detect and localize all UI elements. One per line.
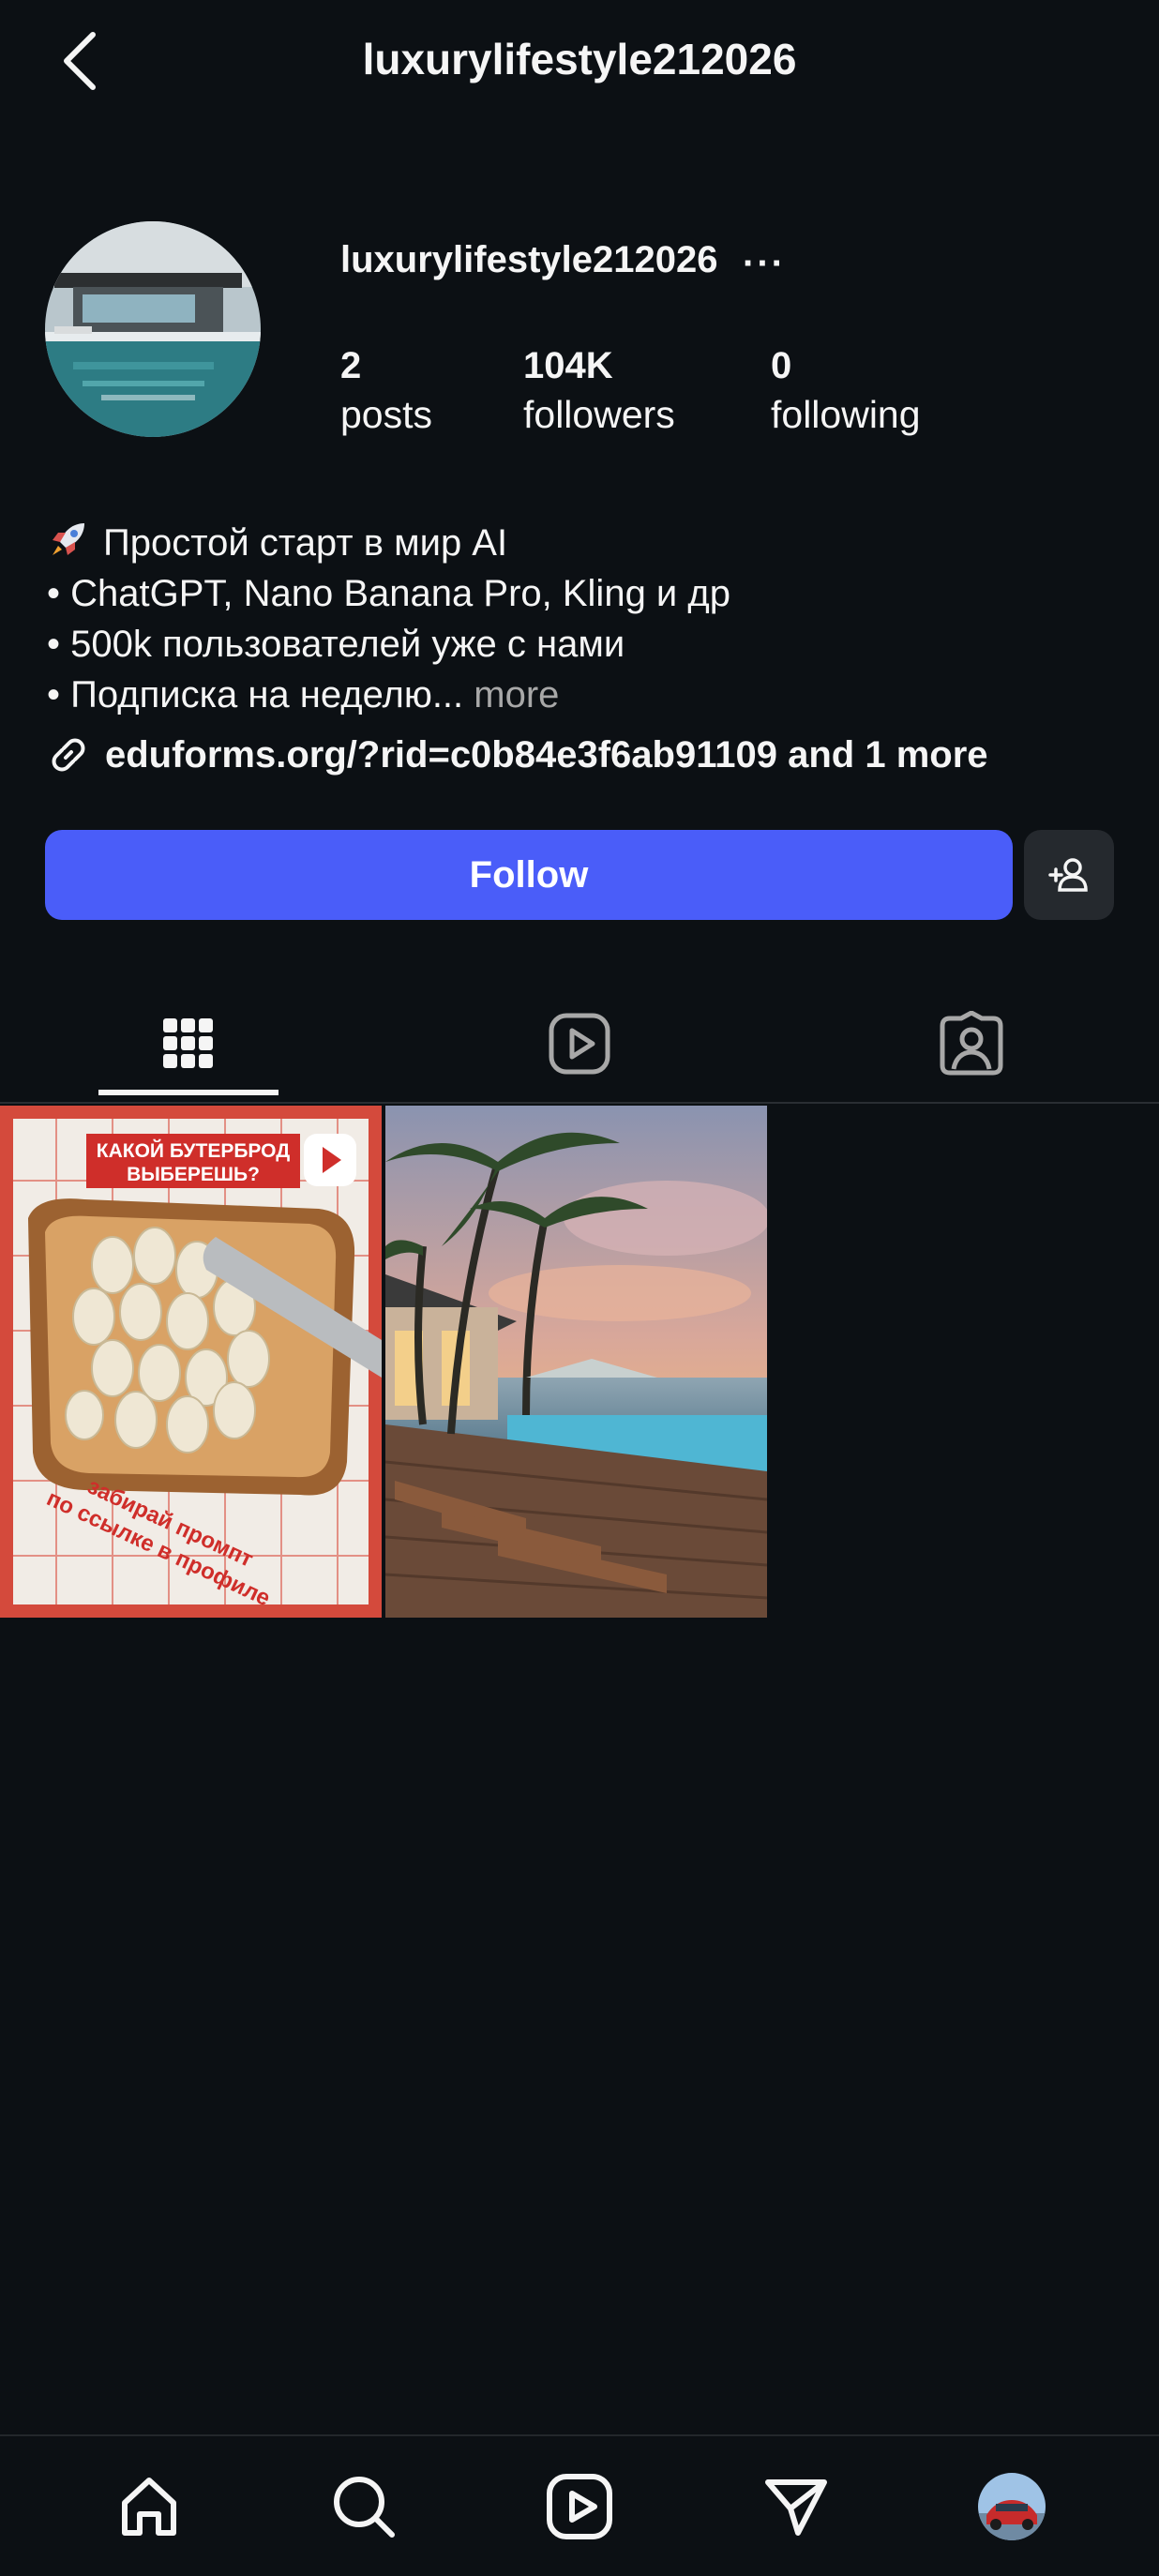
home-icon xyxy=(122,2478,176,2536)
reels-icon xyxy=(547,2474,612,2539)
tab-tagged[interactable] xyxy=(880,985,1063,1102)
nav-profile[interactable] xyxy=(970,2464,1054,2549)
bio-line: Простой старт в мир AI xyxy=(103,522,508,564)
tagged-icon xyxy=(940,1010,1003,1075)
followers-count[interactable]: 104K followers xyxy=(523,343,675,441)
following-count[interactable]: 0 following xyxy=(771,343,921,441)
profile-username: luxurylifestyle212026 xyxy=(340,239,718,280)
reels-icon xyxy=(549,1013,610,1074)
nav-home[interactable] xyxy=(107,2464,191,2549)
search-icon xyxy=(334,2477,395,2538)
top-bar: luxurylifestyle212026 xyxy=(0,0,1159,127)
reel-badge-icon xyxy=(304,1134,356,1186)
profile-bio: Простой старт в мир AI • ChatGPT, Nano B… xyxy=(47,518,1106,720)
bio-line: • Подписка на неделю... xyxy=(47,674,464,716)
post-thumbnail[interactable] xyxy=(385,1106,767,1618)
active-tab-indicator xyxy=(98,1090,278,1095)
stat-value: 0 xyxy=(771,345,792,386)
post-thumbnail[interactable]: КАКОЙ БУТЕРБРОД ВЫБЕРЕШЬ? забирай промпт… xyxy=(0,1106,382,1618)
stat-value: 104K xyxy=(523,345,613,386)
nav-reels[interactable] xyxy=(537,2464,622,2549)
villa-pool-image xyxy=(45,221,261,437)
tab-posts-grid[interactable] xyxy=(98,985,278,1102)
bio-link-text: eduforms.org/?rid=c0b84e3f6ab91109 and 1… xyxy=(105,733,988,776)
post-overlay-text: ВЫБЕРЕШЬ? xyxy=(127,1164,260,1185)
bio-line: • ChatGPT, Nano Banana Pro, Kling и др xyxy=(47,573,730,614)
direct-icon xyxy=(765,2479,827,2536)
follow-button[interactable]: Follow xyxy=(45,830,1013,920)
rocket-icon xyxy=(53,523,84,555)
bio-more-link[interactable]: more xyxy=(474,674,559,716)
grid-icon xyxy=(163,1017,213,1068)
tab-reels[interactable] xyxy=(488,985,671,1102)
toast-post-image: КАКОЙ БУТЕРБРОД ВЫБЕРЕШЬ? забирай промпт… xyxy=(0,1106,382,1618)
more-options-button[interactable]: ··· xyxy=(741,240,788,287)
stat-label: followers xyxy=(523,393,675,436)
stat-label: posts xyxy=(340,393,432,436)
bottom-navigation xyxy=(0,2434,1159,2576)
posts-count[interactable]: 2 posts xyxy=(340,343,432,441)
link-icon xyxy=(52,738,85,772)
beach-villa-image xyxy=(385,1106,767,1618)
stat-value: 2 xyxy=(340,345,362,386)
stat-label: following xyxy=(771,393,921,436)
profile-avatar xyxy=(978,2473,1046,2540)
bio-link[interactable]: eduforms.org/?rid=c0b84e3f6ab91109 and 1… xyxy=(47,733,988,776)
nav-direct[interactable] xyxy=(754,2464,838,2549)
bio-line: • 500k пользователей уже с нами xyxy=(47,624,625,665)
suggested-accounts-button[interactable] xyxy=(1024,830,1114,920)
nav-search[interactable] xyxy=(322,2464,406,2549)
post-overlay-text: КАКОЙ БУТЕРБРОД xyxy=(97,1139,290,1162)
profile-avatar[interactable] xyxy=(45,221,261,437)
page-title: luxurylifestyle212026 xyxy=(362,35,797,83)
add-person-icon xyxy=(1048,858,1088,892)
profile-tabs xyxy=(0,985,1159,1104)
